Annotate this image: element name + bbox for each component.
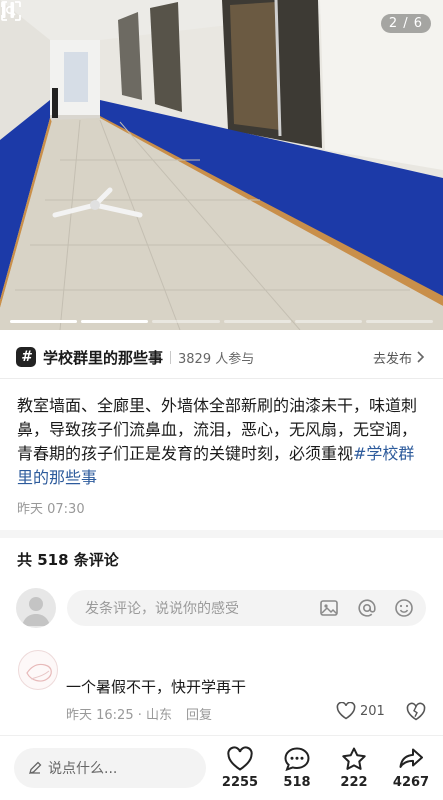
comment-total: 518 [283, 775, 311, 790]
heart-outline-icon [336, 702, 356, 720]
slide-progress-segment [294, 320, 362, 323]
slide-progress-segment [10, 320, 78, 323]
my-avatar [16, 588, 56, 628]
emoji-icon[interactable] [394, 598, 414, 618]
slide-progress-segment [365, 320, 434, 323]
pencil-icon [29, 761, 42, 774]
topic-bar[interactable]: # 学校群里的那些事 3829 人参与 去发布 [0, 340, 443, 374]
favorite-button[interactable]: 222 [332, 746, 376, 790]
comment-like-button[interactable]: 201 [336, 702, 385, 720]
default-avatar-icon [22, 597, 50, 626]
like-button[interactable]: 2255 [218, 746, 262, 790]
heart-icon [227, 746, 253, 771]
topic-divider [170, 350, 172, 364]
say-something-input[interactable]: 说点什么... [14, 748, 206, 788]
corridor-photo [0, 0, 443, 330]
post-text: 教室墙面、全廊里、外墙体全部新刷的油漆未干，味道刺鼻，导致孩子们流鼻血，流泪，恶… [17, 394, 429, 490]
comment-count: 共 518 条评论 [17, 551, 119, 569]
go-post-button[interactable]: 去发布 [373, 348, 425, 367]
divider [0, 378, 443, 379]
slide-progress-segment [223, 320, 291, 323]
comment-button[interactable]: 518 [275, 746, 319, 790]
comment-time: 昨天 16:25 · 山东 [66, 708, 172, 723]
post-photo[interactable]: 2 / 6 [0, 0, 443, 330]
favorite-count: 222 [340, 775, 368, 790]
bottom-action-bar: 说点什么... 2255 518 222 4267 [0, 735, 443, 800]
comment-input[interactable]: 发条评论，说说你的感受 [67, 590, 426, 626]
share-icon [399, 748, 423, 768]
mention-icon[interactable] [357, 598, 377, 618]
share-count: 4267 [392, 775, 430, 790]
like-count: 2255 [221, 775, 259, 790]
topic-participants: 3829 人参与 [178, 351, 255, 367]
star-icon [342, 747, 366, 770]
comment-text: 一个暑假不干，快开学再干 [66, 678, 247, 696]
comment-bubble-icon [284, 747, 310, 772]
go-post-label: 去发布 [372, 351, 412, 367]
slide-progress-segment [152, 320, 220, 323]
comment-input-placeholder: 发条评论，说说你的感受 [85, 601, 239, 617]
pause-icon[interactable] [0, 0, 16, 20]
page-counter: 2 / 6 [380, 14, 431, 33]
comment-meta: 昨天 16:25 · 山东 回复 [66, 704, 212, 723]
avatar-image [26, 663, 52, 682]
slide-progress [10, 320, 434, 323]
say-something-placeholder: 说点什么... [48, 761, 118, 777]
topic-hash-icon: # [16, 347, 36, 367]
chevron-right-icon [417, 351, 425, 363]
section-divider [0, 530, 443, 538]
comment-like-count: 201 [360, 703, 385, 719]
commenter-avatar[interactable] [18, 650, 58, 690]
share-button[interactable]: 4267 [389, 746, 433, 790]
topic-name: 学校群里的那些事 [43, 348, 164, 367]
image-icon[interactable] [319, 598, 339, 618]
broken-heart-icon[interactable] [406, 702, 426, 722]
slide-progress-segment [81, 320, 149, 323]
post-time: 昨天 07:30 [17, 502, 85, 517]
reply-button[interactable]: 回复 [186, 704, 212, 723]
